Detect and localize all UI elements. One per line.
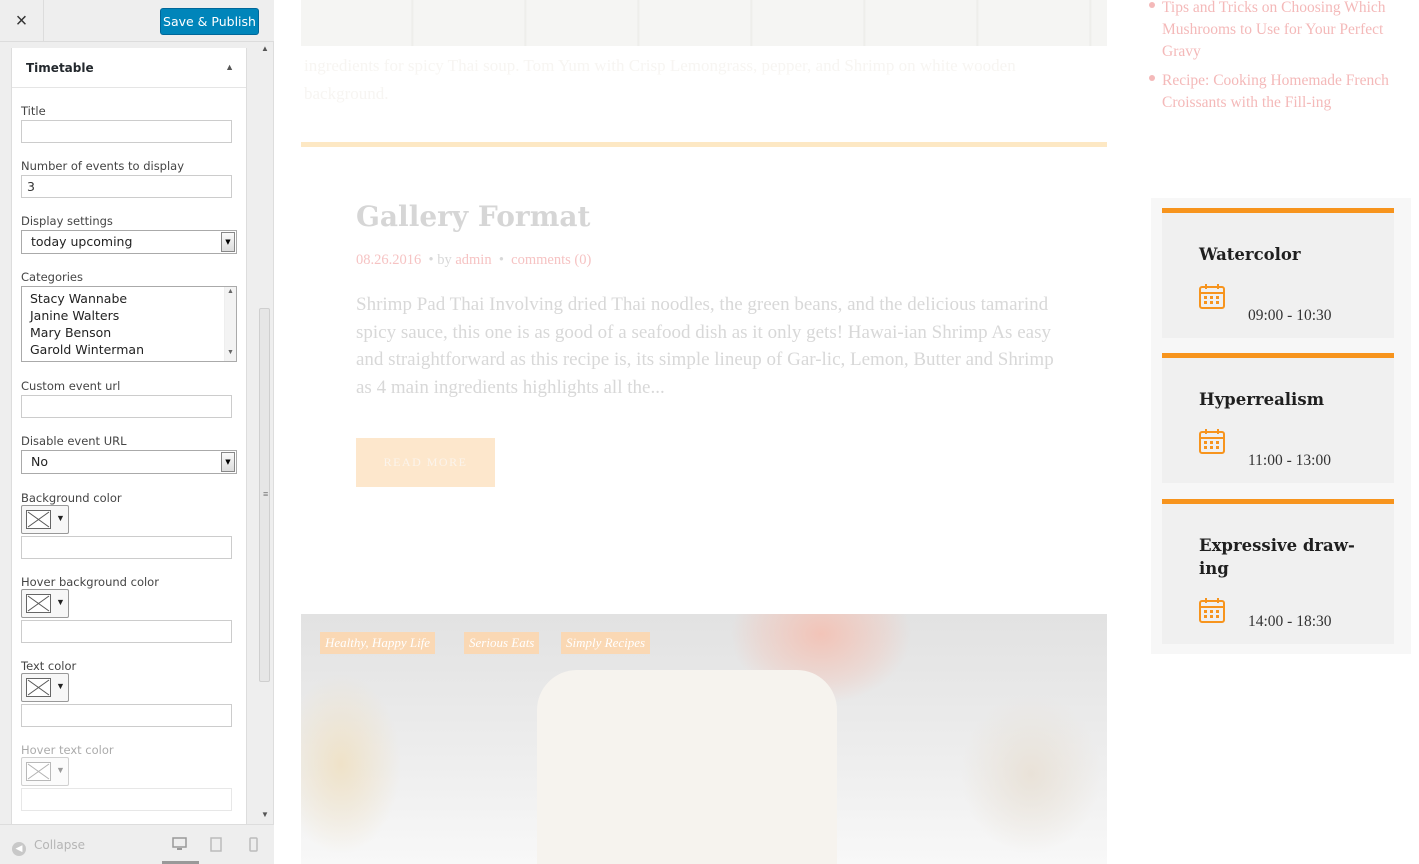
timetable-widget: Watercolor 09:00 - 10:30 Hyperrealism 11… bbox=[1151, 198, 1411, 654]
event-card[interactable]: Watercolor 09:00 - 10:30 bbox=[1162, 208, 1394, 338]
hover-bg-color-input[interactable] bbox=[21, 620, 232, 643]
bullet-icon bbox=[1149, 75, 1155, 81]
calendar-icon bbox=[1199, 429, 1225, 455]
collapse-button[interactable]: ◀ Collapse bbox=[12, 838, 85, 856]
calendar-icon bbox=[1199, 284, 1225, 310]
caret-down-icon: ▼ bbox=[56, 765, 65, 775]
category-tag[interactable]: Healthy, Happy Life bbox=[320, 632, 436, 654]
custom-url-input[interactable] bbox=[21, 395, 232, 418]
num-events-label: Number of events to display bbox=[21, 159, 185, 173]
recent-post-title[interactable]: Tips and Tricks on Choosing Which Mushro… bbox=[1162, 0, 1386, 60]
bg-color-label: Background color bbox=[21, 491, 122, 505]
event-time: 09:00 - 10:30 bbox=[1248, 307, 1332, 324]
category-option[interactable]: Janine Walters bbox=[30, 308, 119, 323]
post-divider bbox=[301, 142, 1107, 147]
scrollbar-thumb[interactable]: ≡ bbox=[259, 308, 270, 682]
calendar-icon bbox=[1199, 598, 1225, 624]
event-title[interactable]: Hyperrealism bbox=[1199, 388, 1369, 411]
recent-post-title[interactable]: Recipe: Cooking Homemade French Croissan… bbox=[1162, 72, 1389, 111]
disable-url-label: Disable event URL bbox=[21, 434, 127, 448]
event-card[interactable]: Hyperrealism 11:00 - 13:00 bbox=[1162, 353, 1394, 483]
no-color-icon bbox=[26, 678, 51, 697]
dropdown-arrow-icon[interactable]: ▼ bbox=[221, 232, 235, 252]
category-option[interactable]: Stacy Wannabe bbox=[30, 291, 127, 306]
post-date[interactable]: 08.26.2016 bbox=[356, 252, 421, 268]
no-color-icon bbox=[26, 510, 51, 529]
event-time: 14:00 - 18:30 bbox=[1248, 613, 1332, 630]
tablet-preview-icon[interactable] bbox=[210, 837, 222, 855]
hover-text-color-input[interactable] bbox=[21, 788, 232, 811]
bg-color-picker[interactable]: ▼ bbox=[21, 505, 69, 534]
save-publish-button[interactable]: Save & Publish bbox=[160, 8, 259, 35]
post-featured-image: Healthy, Happy Life Serious Eats Simply … bbox=[301, 614, 1107, 864]
caret-down-icon: ▼ bbox=[56, 513, 65, 523]
site-preview: ingredients for spicy Thai soup. Tom Yum… bbox=[274, 0, 1419, 864]
customizer-footer: ◀ Collapse bbox=[0, 824, 274, 864]
event-title[interactable]: Expressive draw-ing bbox=[1199, 534, 1369, 580]
title-label: Title bbox=[21, 104, 46, 118]
categories-label: Categories bbox=[21, 270, 83, 284]
category-tag[interactable]: Serious Eats bbox=[464, 632, 540, 654]
title-input[interactable] bbox=[21, 120, 232, 143]
customizer-sidebar: × Save & Publish Timetable ▲ Title Numbe… bbox=[0, 0, 274, 864]
disable-url-select[interactable]: No ▼ bbox=[21, 450, 237, 474]
post-title[interactable]: Gallery Format bbox=[356, 200, 590, 233]
hover-bg-color-label: Hover background color bbox=[21, 575, 159, 589]
sidebar-scrollbar[interactable]: ▲ ≡ ▼ bbox=[258, 42, 271, 824]
arrow-up-icon[interactable]: ▲ bbox=[225, 62, 234, 72]
no-color-icon bbox=[26, 762, 51, 781]
close-customizer-button[interactable]: × bbox=[0, 0, 44, 42]
desktop-preview-icon[interactable] bbox=[172, 837, 187, 854]
post-comments[interactable]: comments (0) bbox=[511, 252, 591, 268]
post-meta: 08.26.2016 • by admin • comments (0) bbox=[356, 252, 592, 268]
hover-text-color-picker[interactable]: ▼ bbox=[21, 757, 69, 786]
display-settings-value: today upcoming bbox=[31, 234, 133, 249]
categories-scrollbar[interactable]: ▲ ▼ bbox=[224, 287, 236, 361]
post-excerpt: Shrimp Pad Thai Involving dried Thai noo… bbox=[356, 294, 1054, 398]
widget-header[interactable]: Timetable ▲ bbox=[12, 48, 246, 88]
bullet-icon bbox=[1149, 2, 1155, 8]
customizer-header: × Save & Publish bbox=[0, 0, 274, 42]
timetable-widget-panel: Timetable ▲ Title Number of events to di… bbox=[11, 48, 247, 824]
event-time: 11:00 - 13:00 bbox=[1248, 452, 1331, 469]
event-card[interactable]: Expressive draw-ing 14:00 - 18:30 bbox=[1162, 499, 1394, 644]
previous-post-caption: ingredients for spicy Thai soup. Tom Yum… bbox=[304, 56, 1016, 103]
text-color-label: Text color bbox=[21, 659, 77, 673]
no-color-icon bbox=[26, 594, 51, 613]
recent-post-link[interactable]: Tips and Tricks on Choosing Which Mushro… bbox=[1149, 0, 1397, 63]
text-color-picker[interactable]: ▼ bbox=[21, 673, 69, 702]
hover-text-color-label: Hover text color bbox=[21, 743, 114, 757]
grip-icon: ≡ bbox=[263, 489, 269, 499]
caret-down-icon: ▼ bbox=[56, 597, 65, 607]
read-more-button[interactable]: READ MORE bbox=[356, 438, 495, 487]
display-settings-select[interactable]: today upcoming ▼ bbox=[21, 230, 237, 254]
bg-color-input[interactable] bbox=[21, 536, 232, 559]
scroll-up-icon[interactable]: ▲ bbox=[261, 44, 269, 53]
text-color-input[interactable] bbox=[21, 704, 232, 727]
category-tag[interactable]: Simply Recipes bbox=[561, 632, 651, 654]
collapse-label: Collapse bbox=[34, 838, 85, 852]
bread-shape bbox=[537, 670, 837, 864]
mobile-preview-icon[interactable] bbox=[249, 837, 258, 855]
post-image-top bbox=[301, 0, 1107, 46]
scroll-down-icon[interactable]: ▼ bbox=[227, 349, 234, 356]
caret-down-icon: ▼ bbox=[56, 681, 65, 691]
custom-url-label: Custom event url bbox=[21, 379, 121, 393]
disable-url-value: No bbox=[31, 454, 48, 469]
category-option[interactable]: Garold Winterman bbox=[30, 342, 144, 357]
scroll-down-icon[interactable]: ▼ bbox=[261, 810, 269, 819]
widget-title: Timetable bbox=[26, 61, 94, 75]
scroll-up-icon[interactable]: ▲ bbox=[227, 288, 234, 295]
dropdown-arrow-icon[interactable]: ▼ bbox=[221, 452, 235, 472]
collapse-arrow-icon: ◀ bbox=[12, 842, 26, 856]
category-option[interactable]: Mary Benson bbox=[30, 325, 111, 340]
event-title[interactable]: Watercolor bbox=[1199, 243, 1369, 266]
post-author[interactable]: admin bbox=[455, 252, 491, 268]
categories-multiselect[interactable]: Stacy Wannabe Janine Walters Mary Benson… bbox=[21, 286, 237, 362]
display-settings-label: Display settings bbox=[21, 214, 113, 228]
hover-bg-color-picker[interactable]: ▼ bbox=[21, 589, 69, 618]
recent-post-link[interactable]: Recipe: Cooking Homemade French Croissan… bbox=[1149, 70, 1397, 114]
post-by: by bbox=[437, 252, 452, 268]
num-events-input[interactable]: 3 bbox=[21, 175, 232, 198]
